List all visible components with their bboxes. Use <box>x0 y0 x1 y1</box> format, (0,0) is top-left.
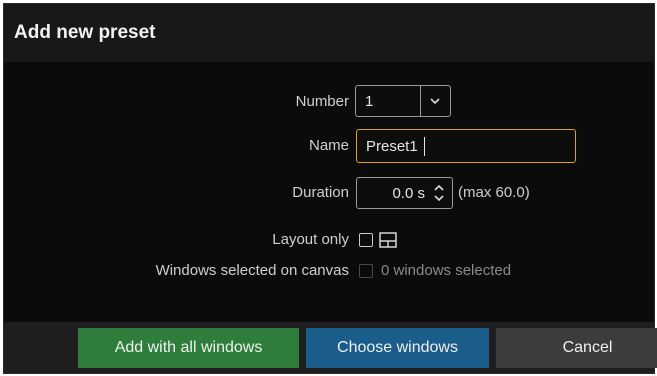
layout-only-label: Layout only <box>272 231 349 248</box>
choose-windows-button[interactable]: Choose windows <box>306 328 489 368</box>
number-select[interactable]: 1 <box>355 85 451 117</box>
windows-selected-checkbox[interactable] <box>359 264 373 278</box>
windows-selected-count: 0 windows selected <box>381 262 512 279</box>
layout-only-checkbox[interactable] <box>359 233 373 247</box>
name-input[interactable]: Preset1 <box>356 129 576 163</box>
windows-selected-label: Windows selected on canvas <box>155 262 349 279</box>
duration-label: Duration <box>292 184 349 201</box>
number-label: Number <box>295 93 349 110</box>
number-value: 1 <box>365 93 374 110</box>
layout-icon <box>379 232 397 248</box>
spin-arrows-icon[interactable] <box>432 182 446 204</box>
cancel-button[interactable]: Cancel <box>496 328 657 368</box>
add-with-all-windows-button[interactable]: Add with all windows <box>78 328 299 368</box>
dialog-title: Add new preset <box>14 22 156 43</box>
text-caret <box>424 137 425 156</box>
dialog-footer: Add with all windows Choose windows Canc… <box>4 322 657 373</box>
name-value: Preset1 <box>366 138 418 155</box>
dialog-titlebar: Add new preset <box>4 4 654 62</box>
duration-max-hint: (max 60.0) <box>458 184 530 201</box>
name-label: Name <box>308 137 349 154</box>
chevron-down-icon[interactable] <box>420 86 450 116</box>
duration-spinbox[interactable]: 0.0 s <box>356 177 453 209</box>
add-preset-dialog: Add new preset Number 1 Name Preset1 Dur… <box>3 3 657 374</box>
duration-value: 0.0 s <box>392 185 425 202</box>
